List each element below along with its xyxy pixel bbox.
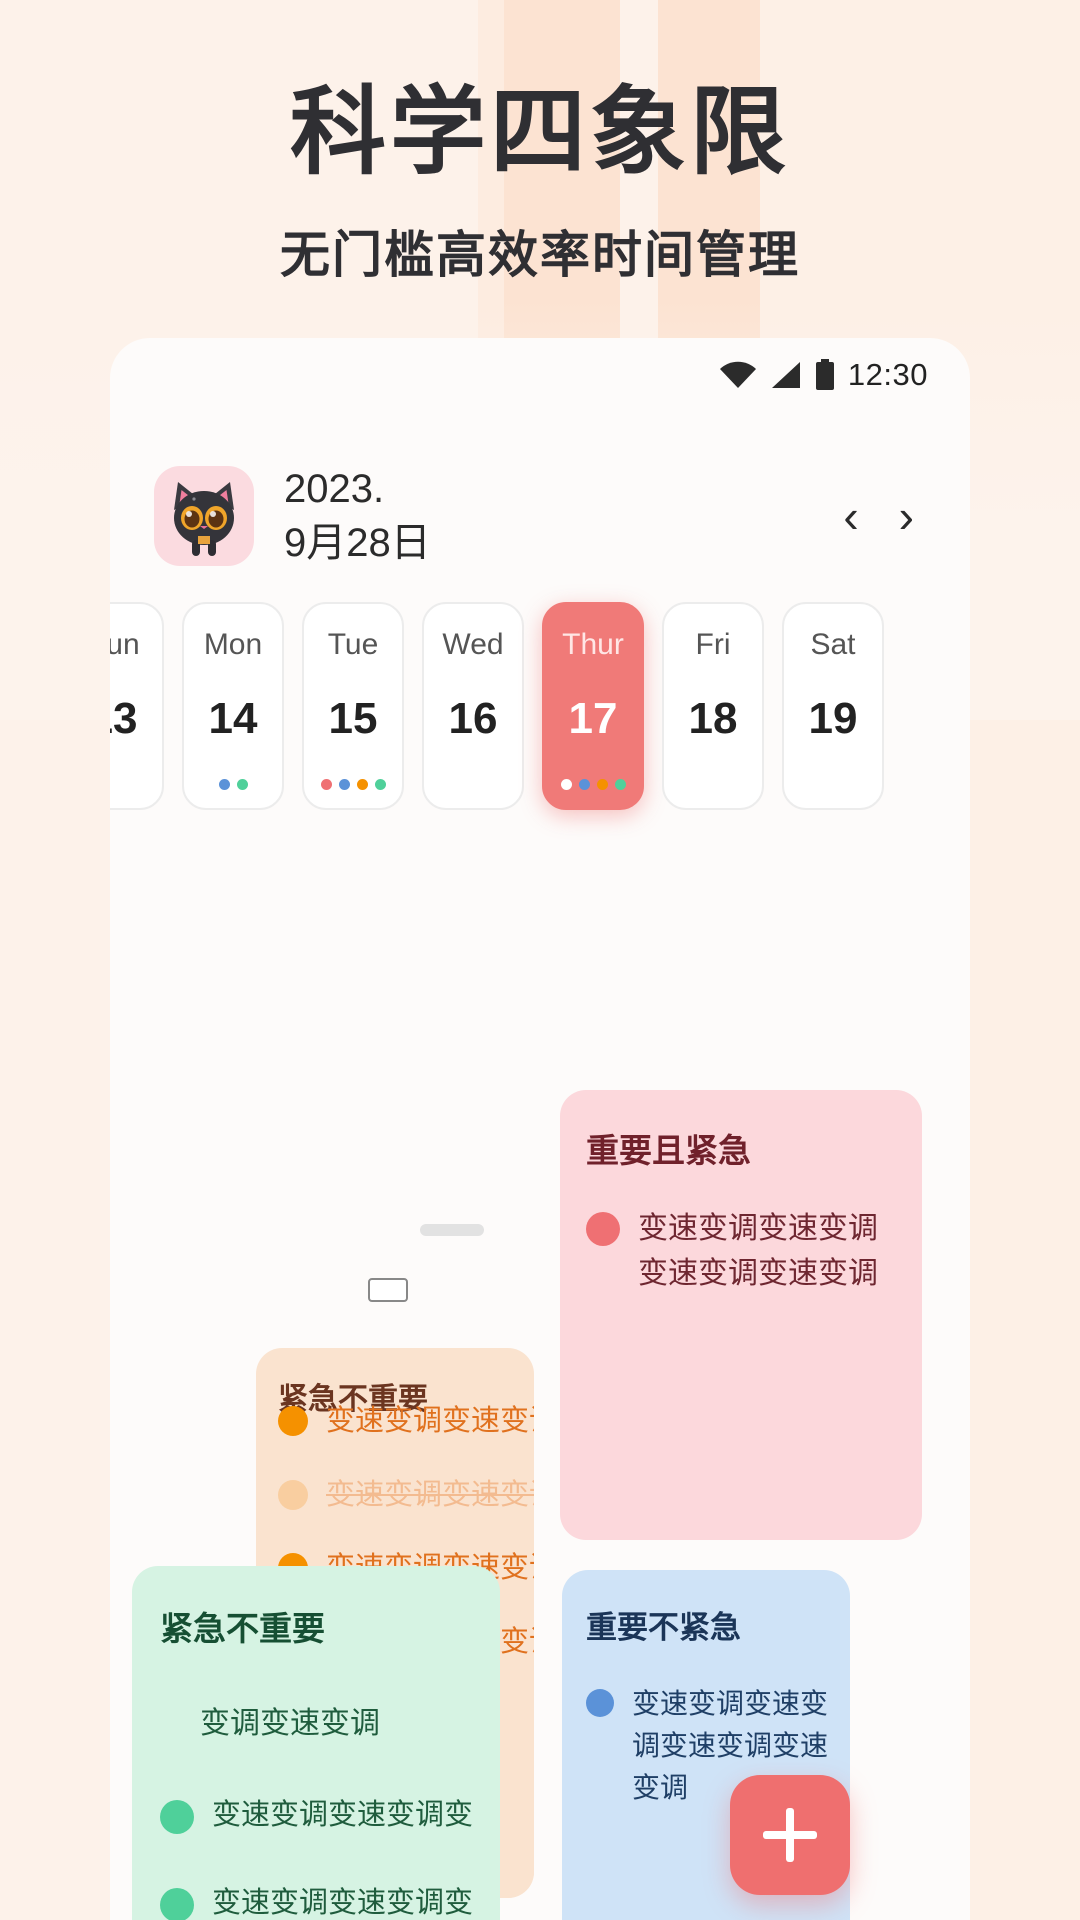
day-number: 16	[448, 694, 498, 743]
week-strip[interactable]: Sun 13 Mon 14 Tue 15 Wed 16 Thur 17 Fri 18 Sat 19	[110, 602, 970, 816]
card-title: 重要不紧急	[586, 1610, 741, 1645]
phone-mockup: 12:30 2023. 9月28日 ‹ › un 3 Mon 14 Tue 15…	[110, 338, 970, 1920]
task-bullet-icon[interactable]	[160, 1887, 194, 1920]
card-title: 紧急不重要	[160, 1610, 325, 1647]
day-number: 13	[110, 694, 138, 743]
day-of-week-label: Sat	[810, 628, 856, 661]
status-time: 12:30	[847, 357, 928, 392]
quadrant-card-urgent-not-important-green[interactable]: 紧急不重要 变调变速变调 变速变调变速变调变 变速变调变速变调变	[132, 1566, 500, 1920]
task-dot	[374, 779, 386, 790]
scroll-handle[interactable]	[420, 1224, 484, 1236]
signal-icon	[770, 360, 802, 390]
add-task-fab[interactable]	[730, 1775, 850, 1895]
card-note: 变调变速变调	[200, 1707, 380, 1740]
task-dot	[596, 779, 608, 790]
task-bullet-icon[interactable]	[278, 1406, 308, 1436]
status-bar: 12:30	[110, 338, 970, 412]
task-dot	[614, 779, 626, 790]
day-number: 15	[328, 694, 378, 743]
task-bullet-icon[interactable]	[160, 1800, 194, 1834]
task-text: 变速变调变速变调变速变调变速变调	[638, 1212, 878, 1290]
task-dot	[320, 779, 332, 790]
task-dot	[560, 779, 572, 790]
task-bullet-icon[interactable]	[278, 1479, 308, 1510]
wifi-icon	[718, 360, 758, 390]
task-list: 变速变调变速变调变 变速变调变速变调变	[132, 1742, 500, 1920]
promo-header: 科学四象限 无门槛高效率时间管理	[0, 0, 1080, 287]
day-of-week-label: Sun	[110, 628, 140, 661]
date-day: 9月28日	[284, 521, 431, 565]
tab-notch	[368, 1278, 408, 1302]
task-bullet-icon[interactable]	[586, 1689, 614, 1717]
task-bullet-icon[interactable]	[586, 1212, 620, 1246]
day-number: 19	[808, 694, 858, 743]
day-cell-17[interactable]: Thur 17	[542, 602, 644, 810]
day-cell-15[interactable]: Tue 15	[302, 602, 404, 810]
date-header: 2023. 9月28日 ‹ ›	[110, 412, 970, 602]
day-of-week-label: Fri	[695, 628, 731, 661]
task-text: 变速变调变速变调变	[212, 1886, 474, 1919]
task-dots	[560, 779, 626, 790]
day-of-week-label: Thur	[562, 628, 624, 661]
day-number: 14	[208, 694, 258, 743]
day-cell-16[interactable]: Wed 16	[422, 602, 524, 810]
avatar[interactable]	[154, 466, 254, 566]
task-dots	[218, 779, 248, 790]
page-subtitle: 无门槛高效率时间管理	[280, 225, 800, 284]
task-item[interactable]: 变速变调变速变调变速变调变速变调	[586, 1206, 900, 1296]
task-item[interactable]: 变速变调变速变调变	[160, 1794, 482, 1838]
date-text: 2023. 9月28日	[284, 462, 431, 570]
day-cell-13[interactable]: Sun 13	[110, 602, 164, 810]
next-week-button[interactable]: ›	[899, 493, 914, 539]
prev-week-button[interactable]: ‹	[843, 493, 858, 539]
task-dot	[356, 779, 368, 790]
task-text: 变速变调变速变调变	[212, 1799, 474, 1831]
page-title: 科学四象限	[290, 76, 790, 188]
quadrant-card-important-and-urgent[interactable]: 重要且紧急 变速变调变速变调变速变调变速变调	[560, 1090, 922, 1540]
day-of-week-label: Wed	[442, 628, 504, 661]
task-dot	[338, 779, 350, 790]
task-dot	[218, 779, 230, 790]
battery-icon	[814, 359, 836, 391]
day-of-week-label: Tue	[327, 628, 379, 661]
plus-icon	[763, 1808, 817, 1862]
task-text: 变速变调变速变调变	[326, 1478, 534, 1511]
task-text: 变速变调变速变调变速变调变速变调	[326, 1405, 534, 1437]
day-cell-18[interactable]: Fri 18	[662, 602, 764, 810]
task-item[interactable]: 变速变调变速变调变	[160, 1882, 482, 1920]
day-of-week-label: Mon	[203, 628, 263, 661]
day-cell-19[interactable]: Sat 19	[782, 602, 884, 810]
day-cell-14[interactable]: Mon 14	[182, 602, 284, 810]
date-year: 2023.	[284, 467, 385, 511]
task-dot	[236, 779, 248, 790]
task-dot	[578, 779, 590, 790]
task-dots	[320, 779, 386, 790]
day-number: 17	[568, 694, 618, 743]
date-nav: ‹ ›	[843, 493, 926, 539]
task-list: 变速变调变速变调变速变调变速变调	[560, 1172, 922, 1296]
card-title: 重要且紧急	[586, 1132, 751, 1169]
task-item[interactable]: 变速变调变速变调变	[278, 1474, 534, 1518]
day-number: 18	[688, 694, 738, 743]
